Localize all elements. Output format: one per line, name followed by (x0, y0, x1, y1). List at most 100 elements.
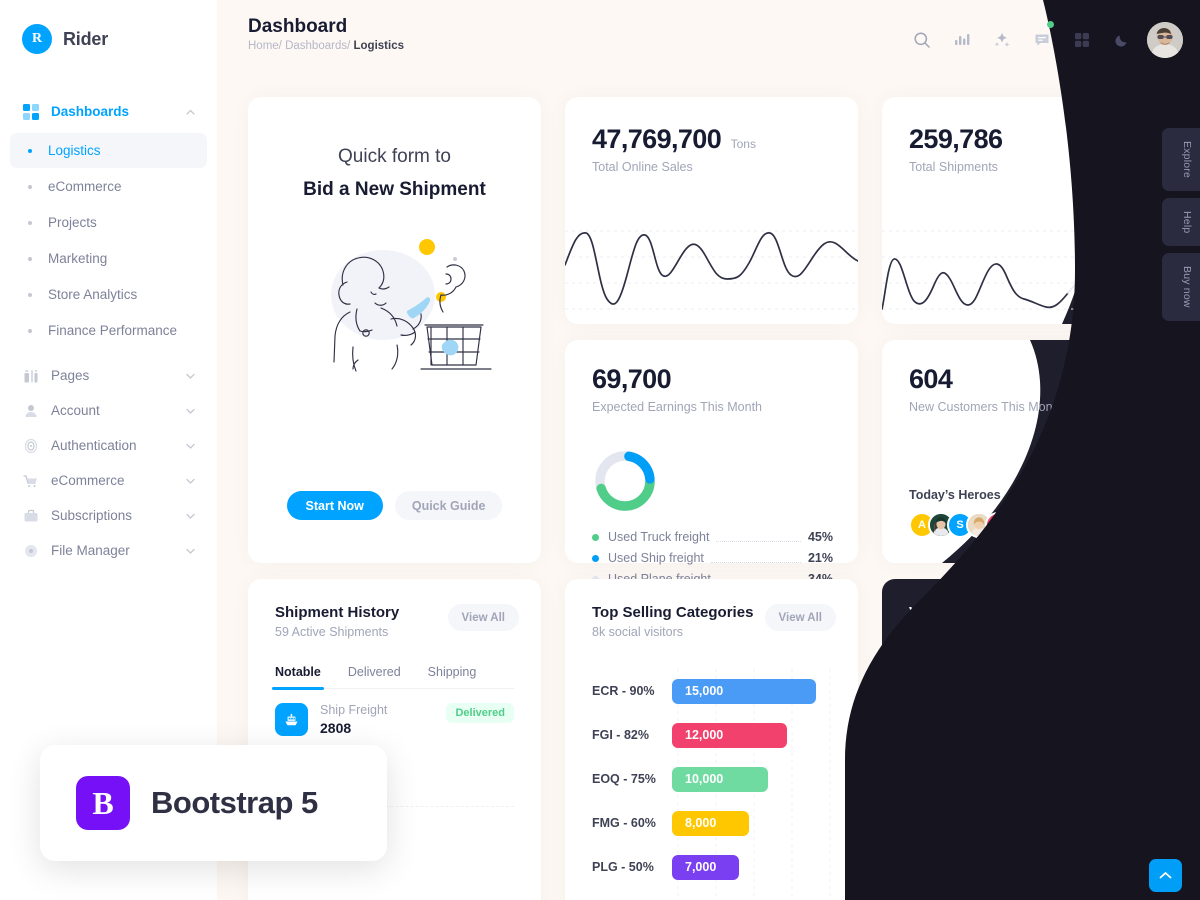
customers-label: New Customers This Month (909, 400, 1063, 414)
breadcrumb-home[interactable]: Home/ (248, 40, 282, 52)
bootstrap-label: Bootstrap 5 (151, 785, 318, 820)
stat-value: 259,786 (909, 124, 1003, 154)
bullet-icon (28, 292, 32, 297)
sidebar-item-marketing[interactable]: Marketing (10, 241, 207, 276)
total-shipments-card: 259,786 Total Shipments (882, 97, 1175, 324)
bar-fgi[interactable]: 12,000 (672, 722, 787, 748)
sales-sparkline (565, 230, 858, 310)
ship-icon (275, 703, 308, 736)
sidebar-subitem-label: Logistics (48, 143, 101, 158)
country-list: United States Direct link clicks 9,763 ↑… (909, 653, 1148, 900)
sidebar-item-label: Account (51, 403, 100, 418)
sidebar-item-label: File Manager (51, 543, 130, 558)
view-all-button[interactable]: View All (447, 604, 519, 631)
chat-icon[interactable] (1027, 21, 1057, 55)
hero-more-badge[interactable]: +42 (1023, 512, 1049, 538)
expected-earnings-card: 69,700 Expected Earnings This Month Used… (565, 340, 858, 586)
search-icon[interactable] (907, 25, 937, 55)
bar-plg[interactable]: 7,000 (672, 854, 739, 880)
breadcrumb-dashboards[interactable]: Dashboards/ (285, 40, 350, 52)
bar-category-label: FGI - 82% (592, 728, 649, 742)
legend-dotfill (710, 554, 801, 563)
quick-form-card: Quick form to Bid a New Shipment Start N… (248, 97, 541, 563)
bar-ecr[interactable]: 15,000 (672, 678, 816, 704)
tab-notable[interactable]: Notable (272, 665, 324, 690)
new-customers-card: 604 New Customers This Month Today’s Her… (882, 340, 1175, 563)
briefcase-icon (22, 507, 39, 524)
arrow-up-icon: ↑ (1107, 786, 1113, 798)
table-row[interactable]: Brasil All Social Channels 4,062 ↓ 0.4% (909, 706, 1148, 759)
us-flag-icon (909, 670, 934, 688)
sidebar-item-ecommerce-dash[interactable]: eCommerce (10, 169, 207, 204)
sidebar-item-pages[interactable]: Pages (0, 358, 217, 393)
hero-initial: S (956, 519, 964, 531)
sidebar-nav: Dashboards Logistics eCommerce Projects … (0, 94, 217, 568)
sidebar-subitem-label: Store Analytics (48, 287, 138, 302)
page-title: Dashboard (248, 16, 348, 37)
grid-icon[interactable] (1067, 25, 1097, 55)
legend-value: 21% (807, 551, 833, 565)
avatar[interactable] (1147, 22, 1183, 58)
shipment-history-title: Shipment History (275, 604, 400, 621)
sidebar-item-dashboards[interactable]: Dashboards (0, 94, 217, 129)
quick-guide-button[interactable]: Quick Guide (394, 491, 503, 520)
bootstrap-badge: B Bootstrap 5 (40, 745, 387, 861)
chevron-down-icon (186, 476, 195, 486)
rail-tab-explore[interactable]: Explore (1162, 128, 1200, 192)
scroll-to-top-button[interactable] (1149, 859, 1182, 892)
brand-logo[interactable]: R Rider (0, 0, 217, 54)
bar-row: EOQ - 75% 10,000 (592, 757, 858, 801)
bar-category-label: PLG - 50% (592, 860, 654, 874)
chevron-down-icon (186, 511, 195, 521)
rail-tab-help[interactable]: Help (1162, 198, 1200, 247)
country-name: Brasil (945, 717, 980, 731)
chevron-down-icon (186, 406, 195, 416)
br-flag-icon (909, 723, 934, 741)
shipment-id: 2808 (320, 720, 352, 736)
legend-dotfill (716, 533, 801, 542)
view-all-button[interactable]: View All (764, 604, 836, 631)
table-row[interactable]: United States Direct link clicks 9,763 ↑… (909, 653, 1148, 706)
country-delta-value: 0.4% (1115, 726, 1141, 738)
tab-delivered[interactable]: Delivered (348, 665, 401, 688)
country-name: United States (945, 664, 1025, 678)
country-value: 4,062 (1060, 725, 1092, 739)
table-row[interactable]: Turkey Mailchimp Campaigns 1,680 ↑ 0.2% (909, 759, 1148, 826)
bar-fmg[interactable]: 8,000 (672, 810, 749, 836)
legend-value: 45% (807, 530, 833, 544)
bar-eoq[interactable]: 10,000 (672, 766, 768, 792)
country-delta-badge: ↑ 4.1% (1100, 843, 1148, 861)
table-row[interactable]: India Many Sources 604 ↓ 8.3% (909, 879, 1148, 900)
sidebar-item-account[interactable]: Account (0, 393, 217, 428)
sidebar-item-label: Dashboards (51, 104, 130, 119)
view-all-button[interactable]: View All (1081, 604, 1153, 631)
sidebar-subitem-label: Projects (48, 215, 97, 230)
total-online-sales-card: 47,769,700 Tons Total Online Sales (565, 97, 858, 324)
quick-form-line2: Bid a New Shipment (303, 179, 486, 200)
rail-tab-buy-now[interactable]: Buy now (1162, 253, 1200, 322)
bullet-icon (28, 148, 32, 153)
sidebar-item-label: Authentication (51, 438, 137, 453)
hero-initial: P (994, 519, 1002, 531)
status-badge: Delivered (446, 703, 514, 723)
country-value: 1,680 (1060, 785, 1092, 799)
sidebar-item-ecommerce[interactable]: eCommerce (0, 463, 217, 498)
sidebar-item-projects[interactable]: Projects (10, 205, 207, 240)
sidebar-item-store-analytics[interactable]: Store Analytics (10, 277, 207, 312)
bar-chart-icon[interactable] (947, 25, 977, 55)
sidebar-item-logistics[interactable]: Logistics (10, 133, 207, 168)
bar-row: FGI - 82% 12,000 (592, 713, 858, 757)
legend-item: Used Truck freight 45% (592, 530, 833, 544)
sidebar-item-finance-performance[interactable]: Finance Performance (10, 313, 207, 348)
sidebar-item-file-manager[interactable]: File Manager (0, 533, 217, 568)
sidebar-item-authentication[interactable]: Authentication (0, 428, 217, 463)
sparkle-icon[interactable] (987, 25, 1017, 55)
sidebar-item-subscriptions[interactable]: Subscriptions (0, 498, 217, 533)
bullet-icon (28, 184, 32, 189)
sidebar-subnav: Logistics eCommerce Projects Marketing S… (0, 133, 217, 348)
tab-shipping[interactable]: Shipping (428, 665, 477, 688)
categories-bar-chart: ECR - 90% 15,000 FGI - 82% 12,000 EOQ - … (592, 669, 858, 900)
table-row[interactable]: France Impact Radius visits 849 ↑ 4.1% (909, 826, 1148, 879)
moon-icon[interactable] (1107, 25, 1137, 55)
start-now-button[interactable]: Start Now (286, 491, 383, 520)
